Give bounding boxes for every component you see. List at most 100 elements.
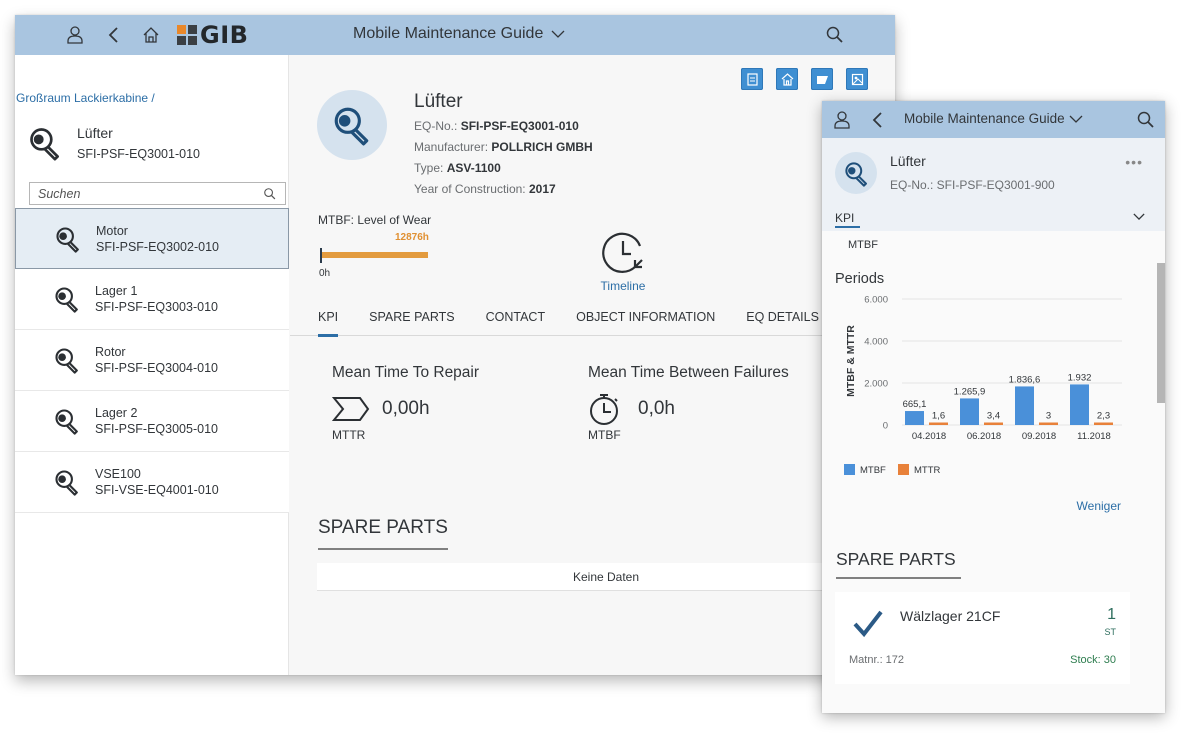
object-detail: Lüfter EQ-No.: SFI-PSF-EQ3001-010 Manufa… <box>290 55 895 675</box>
tab-spare-parts[interactable]: SPARE PARTS <box>369 299 454 336</box>
wear-label: MTBF: Level of Wear <box>318 213 432 227</box>
search-input[interactable] <box>38 186 263 201</box>
wrench-icon <box>54 225 82 253</box>
checkmark-icon <box>853 610 883 638</box>
object-eq-number: EQ-No.: SFI-PSF-EQ3001-010 <box>414 119 579 133</box>
bar-mttr <box>929 422 948 425</box>
item-name: Lager 1 <box>95 284 138 298</box>
bar-mttr <box>1039 422 1058 425</box>
eq-label: EQ-No.: <box>414 119 458 133</box>
spare-parts-underline <box>318 548 448 550</box>
x-tick-label: 04.2018 <box>912 431 946 442</box>
tab-contact[interactable]: CONTACT <box>486 299 546 336</box>
breadcrumb[interactable]: Großraum Lackierkabine / <box>16 91 155 105</box>
item-name: Rotor <box>95 345 126 359</box>
legend-swatch-mttr <box>898 464 909 475</box>
data-label: 1.265,9 <box>954 386 986 397</box>
back-icon[interactable] <box>104 25 124 45</box>
scrollbar[interactable] <box>1157 263 1165 403</box>
manufacturer-value: POLLRICH GMBH <box>491 140 593 154</box>
less-link[interactable]: Weniger <box>1077 499 1121 513</box>
mtbf-kpi: 0,0h <box>588 392 675 426</box>
spare-part-qty: 1 <box>1107 606 1116 623</box>
item-id: SFI-VSE-EQ4001-010 <box>95 483 219 497</box>
list-item[interactable]: Rotor SFI-PSF-EQ3004-010 <box>15 330 289 391</box>
sidebar-current-object: Lüfter SFI-PSF-EQ3001-010 <box>27 125 200 161</box>
section-select[interactable]: KPI <box>835 211 854 225</box>
mtbf-value: 0,0h <box>638 398 675 419</box>
building-icon <box>781 72 793 86</box>
y-tick-label: 4.000 <box>864 337 888 348</box>
mtbf-title: Mean Time Between Failures <box>588 364 789 381</box>
y-tick-label: 2.000 <box>864 379 888 390</box>
item-name: VSE100 <box>95 467 141 481</box>
folder-icon <box>816 75 828 84</box>
user-icon[interactable] <box>832 110 852 130</box>
mobile-object-avatar <box>835 152 877 194</box>
x-tick-label: 09.2018 <box>1022 431 1056 442</box>
search-icon[interactable] <box>1136 110 1156 130</box>
manufacturer-label: Manufacturer: <box>414 140 489 154</box>
spare-parts-title: SPARE PARTS <box>318 517 448 538</box>
list-item[interactable]: Lager 1 SFI-PSF-EQ3003-010 <box>15 269 289 330</box>
timeline-button[interactable]: Timeline <box>600 230 646 293</box>
item-name: Lager 2 <box>95 406 138 420</box>
wrench-icon <box>53 407 81 435</box>
wrench-icon <box>53 346 81 374</box>
mttr-title: Mean Time To Repair <box>332 364 480 381</box>
app-title-menu[interactable]: Mobile Maintenance Guide <box>353 25 565 43</box>
chevron-down-icon[interactable] <box>1133 212 1145 221</box>
more-options-icon[interactable]: ••• <box>1125 154 1143 170</box>
search-icon[interactable] <box>825 25 845 45</box>
folder-button[interactable] <box>811 68 833 90</box>
timeline-icon <box>602 232 643 273</box>
building-button[interactable] <box>776 68 798 90</box>
chart-title: Periods <box>835 271 885 287</box>
legend-label: MTBF <box>860 465 886 476</box>
y-tick-label: 0 <box>883 421 888 432</box>
tab-object-information[interactable]: OBJECT INFORMATION <box>576 299 715 336</box>
image-button[interactable] <box>846 68 868 90</box>
spare-part-card[interactable]: Wälzlager 21CF 1 ST Matnr.: 172 Stock: 3… <box>835 592 1130 684</box>
mtbf-label: MTBF <box>588 428 621 442</box>
wrench-icon <box>843 160 870 187</box>
type-value: ASV-1100 <box>446 161 501 175</box>
item-id: SFI-PSF-EQ3003-010 <box>95 300 218 314</box>
mobile-spare-parts-underline <box>836 577 961 579</box>
list-item[interactable]: VSE100 SFI-VSE-EQ4001-010 <box>15 452 289 513</box>
wear-value: 12876h <box>395 232 429 243</box>
tab-bar: KPI SPARE PARTS CONTACT OBJECT INFORMATI… <box>290 299 895 337</box>
user-icon[interactable] <box>65 25 85 45</box>
mobile-app-title-menu[interactable]: Mobile Maintenance Guide <box>904 111 1083 126</box>
search-field[interactable] <box>29 182 286 205</box>
item-id: SFI-PSF-EQ3004-010 <box>95 361 218 375</box>
object-avatar <box>317 90 387 160</box>
mobile-object-header: Lüfter EQ-No.: SFI-PSF-EQ3001-900 ••• KP… <box>822 138 1165 231</box>
item-name: Motor <box>96 223 128 238</box>
data-label: 3 <box>1046 411 1051 422</box>
data-label: 2,3 <box>1097 411 1110 422</box>
tab-kpi[interactable]: KPI <box>318 299 339 337</box>
wear-start-marker <box>320 248 322 263</box>
spare-part-name: Wälzlager 21CF <box>900 608 1001 624</box>
data-label: 1.836,6 <box>1009 374 1041 385</box>
mobile-window: Mobile Maintenance Guide Lüfter EQ-No.: … <box>822 101 1165 713</box>
spare-part-stock: Stock: 30 <box>1070 654 1116 666</box>
home-icon[interactable] <box>141 25 161 45</box>
app-title: Mobile Maintenance Guide <box>353 25 544 42</box>
equipment-list: Motor SFI-PSF-EQ3002-010 Lager 1 SFI-PSF-E… <box>15 208 289 513</box>
list-item[interactable]: Motor SFI-PSF-EQ3002-010 <box>15 208 289 269</box>
eq-value: SFI-PSF-EQ3001-010 <box>460 119 579 133</box>
document-button[interactable] <box>741 68 763 90</box>
mobile-object-title: Lüfter <box>890 153 926 169</box>
search-icon[interactable] <box>263 187 277 201</box>
action-toolbar <box>741 68 868 90</box>
year-value: 2017 <box>528 182 556 196</box>
mobile-object-eq: EQ-No.: SFI-PSF-EQ3001-900 <box>890 178 1055 192</box>
list-item[interactable]: Lager 2 SFI-PSF-EQ3005-010 <box>15 391 289 452</box>
bar-mtbf <box>905 411 924 425</box>
tab-eq-details[interactable]: EQ DETAILS <box>746 299 819 336</box>
timeline-label: Timeline <box>600 279 646 293</box>
bar-mtbf <box>960 398 979 425</box>
back-icon[interactable] <box>868 110 888 130</box>
